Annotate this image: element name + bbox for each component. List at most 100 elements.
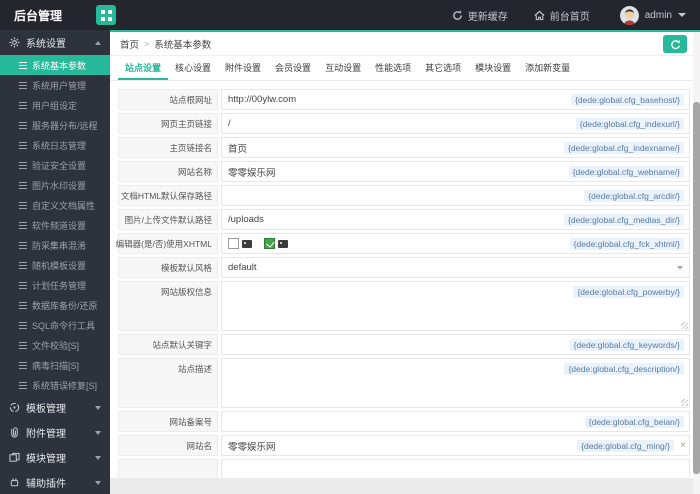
xhtml-no-radio[interactable] bbox=[228, 238, 239, 249]
sidebar-item-user-group[interactable]: 用户组设定 bbox=[0, 95, 110, 115]
sidebar-item-server-remote[interactable]: 服务器分布/远程 bbox=[0, 115, 110, 135]
chevron-down-icon bbox=[678, 13, 686, 17]
tab-attachment-settings[interactable]: 附件设置 bbox=[218, 56, 268, 80]
tab-label: 会员设置 bbox=[275, 62, 312, 73]
breadcrumb-current: 系统基本参数 bbox=[154, 39, 212, 51]
chevron-down-icon bbox=[95, 455, 101, 460]
sidebar-item-watermark[interactable]: 图片水印设置 bbox=[0, 175, 110, 195]
template-tag-hint: {dede:global.cfg_ming/} bbox=[577, 439, 674, 452]
sidebar-item-system-user-mgmt[interactable]: 系统用户管理 bbox=[0, 75, 110, 95]
chevron-down-icon bbox=[95, 480, 101, 485]
modules-icon bbox=[9, 452, 20, 463]
tab-member-settings[interactable]: 会员设置 bbox=[268, 56, 318, 80]
form-row-webname: 网站名称 {dede:global.cfg_webname/} bbox=[118, 161, 690, 182]
list-icon bbox=[19, 224, 27, 226]
form-row-arcdir: 文档HTML默认保存路径 {dede:global.cfg_arcdir/} bbox=[118, 185, 690, 206]
sidebar-item-random-template[interactable]: 随机模板设置 bbox=[0, 255, 110, 275]
sidebar-item-software-channel[interactable]: 软件频道设置 bbox=[0, 215, 110, 235]
field-box: {dede:global.cfg_indexurl/} bbox=[221, 113, 690, 134]
app-title: 后台管理 bbox=[14, 8, 63, 23]
sidebar-item-label: 系统用户管理 bbox=[32, 80, 87, 91]
sidebar-item-sql-cli[interactable]: SQL命令行工具 bbox=[0, 315, 110, 335]
tab-module-settings[interactable]: 模块设置 bbox=[468, 56, 518, 80]
tab-core-settings[interactable]: 核心设置 bbox=[168, 56, 218, 80]
list-icon bbox=[19, 144, 27, 146]
resize-handle[interactable] bbox=[681, 399, 688, 406]
user-menu[interactable]: admin bbox=[619, 5, 686, 25]
resize-handle[interactable] bbox=[681, 322, 688, 329]
tab-label: 性能选项 bbox=[375, 62, 412, 73]
avatar bbox=[619, 5, 639, 25]
sidebar-item-label: 系统错误修复[S] bbox=[32, 380, 98, 391]
chevron-down-icon bbox=[95, 430, 101, 435]
scrollbar-thumb[interactable] bbox=[693, 102, 700, 474]
field-label: 网页主页链接 bbox=[118, 113, 218, 134]
list-icon bbox=[19, 364, 27, 366]
tab-label: 互动设置 bbox=[325, 62, 362, 73]
template-tag-hint: {dede:global.cfg_webname/} bbox=[568, 165, 684, 178]
field-label: 图片/上传文件默认路径 bbox=[118, 209, 218, 230]
chevron-down-icon bbox=[677, 265, 683, 270]
tab-label: 添加新变量 bbox=[525, 62, 571, 73]
sidebar-item-file-verify[interactable]: 文件校验[S] bbox=[0, 335, 110, 355]
update-cache-button[interactable]: 更新缓存 bbox=[452, 8, 508, 23]
list-icon bbox=[19, 64, 27, 66]
field-label: 模板默认风格 bbox=[118, 257, 218, 278]
sidebar-group-attachment-mgmt[interactable]: 附件管理 bbox=[0, 420, 110, 445]
tab-site-settings[interactable]: 站点设置 bbox=[118, 56, 169, 80]
template-tag-hint: {dede:global.cfg_basehost/} bbox=[571, 93, 684, 106]
form-row-template-style: 模板默认风格 default bbox=[118, 257, 690, 278]
sidebar-item-anti-collection[interactable]: 防采集串混淆 bbox=[0, 235, 110, 255]
field-box: {dede:global.cfg_description/} bbox=[221, 358, 690, 408]
remove-variable-icon[interactable]: × bbox=[680, 440, 686, 451]
tab-interaction-settings[interactable]: 互动设置 bbox=[318, 56, 368, 80]
field-box bbox=[221, 459, 690, 480]
chevron-up-icon bbox=[95, 40, 101, 45]
sidebar-group-label: 系统设置 bbox=[26, 39, 66, 50]
field-box: {dede:global.cfg_ming/} × bbox=[221, 435, 690, 456]
field-box: {dede:global.cfg_arcdir/} bbox=[221, 185, 690, 206]
front-home-button[interactable]: 前台首页 bbox=[534, 8, 590, 23]
form-row-fck-xhtml: 编辑器(是/否)使用XHTML {dede:global.cfg_fck_xht… bbox=[116, 233, 690, 254]
vertical-scrollbar[interactable] bbox=[693, 32, 700, 494]
sidebar-item-system-basic-params[interactable]: 系统基本参数 bbox=[0, 55, 110, 75]
sidebar-group-system-settings[interactable]: 系统设置 bbox=[0, 30, 110, 55]
refresh-page-button[interactable] bbox=[663, 35, 687, 53]
sidebar-item-label: 软件频道设置 bbox=[32, 220, 87, 231]
template-tag-hint: {dede:global.cfg_indexname/} bbox=[563, 141, 684, 154]
form-row-powerby: 网站版权信息 {dede:global.cfg_powerby/} bbox=[118, 281, 690, 331]
sidebar-item-scheduled-tasks[interactable]: 计划任务管理 bbox=[0, 275, 110, 295]
sidebar-group-plugins[interactable]: 辅助插件 bbox=[0, 470, 110, 494]
palette-icon bbox=[9, 402, 20, 413]
sidebar-group-template-mgmt[interactable]: 模板管理 bbox=[0, 395, 110, 420]
sidebar-item-system-logs[interactable]: 系统日志管理 bbox=[0, 135, 110, 155]
broken-image-icon bbox=[278, 239, 288, 248]
list-icon bbox=[19, 264, 27, 266]
template-tag-hint: {dede:global.cfg_medias_dir/} bbox=[564, 213, 684, 226]
sidebar-item-db-backup[interactable]: 数据库备份/还原 bbox=[0, 295, 110, 315]
sidebar-item-label: 用户组设定 bbox=[32, 100, 78, 111]
template-tag-hint: {dede:global.cfg_fck_xhtml/} bbox=[569, 237, 684, 250]
list-icon bbox=[19, 324, 27, 326]
partial-input[interactable] bbox=[228, 460, 683, 479]
logo-button[interactable] bbox=[96, 5, 116, 25]
list-icon bbox=[19, 304, 27, 306]
sidebar-item-label: 随机模板设置 bbox=[32, 260, 87, 271]
breadcrumb-home[interactable]: 首页 bbox=[120, 37, 139, 51]
template-style-select[interactable]: default bbox=[221, 257, 690, 278]
sidebar-item-virus-scan[interactable]: 病毒扫描[S] bbox=[0, 355, 110, 375]
tab-label: 模块设置 bbox=[475, 62, 512, 73]
field-label: 站点根网址 bbox=[118, 89, 218, 110]
sidebar-group-module-mgmt[interactable]: 模块管理 bbox=[0, 445, 110, 470]
tab-add-variable[interactable]: 添加新变量 bbox=[518, 56, 577, 80]
xhtml-yes-radio[interactable] bbox=[264, 238, 275, 249]
tab-label: 其它选项 bbox=[425, 62, 462, 73]
sidebar-item-captcha-security[interactable]: 验证安全设置 bbox=[0, 155, 110, 175]
tab-performance-options[interactable]: 性能选项 bbox=[368, 56, 418, 80]
sidebar-item-custom-doc-attrs[interactable]: 自定义文档属性 bbox=[0, 195, 110, 215]
sidebar-item-label: 图片水印设置 bbox=[32, 180, 87, 191]
form-row-beian: 网站备案号 {dede:global.cfg_beian/} bbox=[118, 411, 690, 432]
list-icon bbox=[19, 124, 27, 126]
sidebar-item-error-repair[interactable]: 系统错误修复[S] bbox=[0, 375, 110, 395]
tab-other-options[interactable]: 其它选项 bbox=[418, 56, 468, 80]
